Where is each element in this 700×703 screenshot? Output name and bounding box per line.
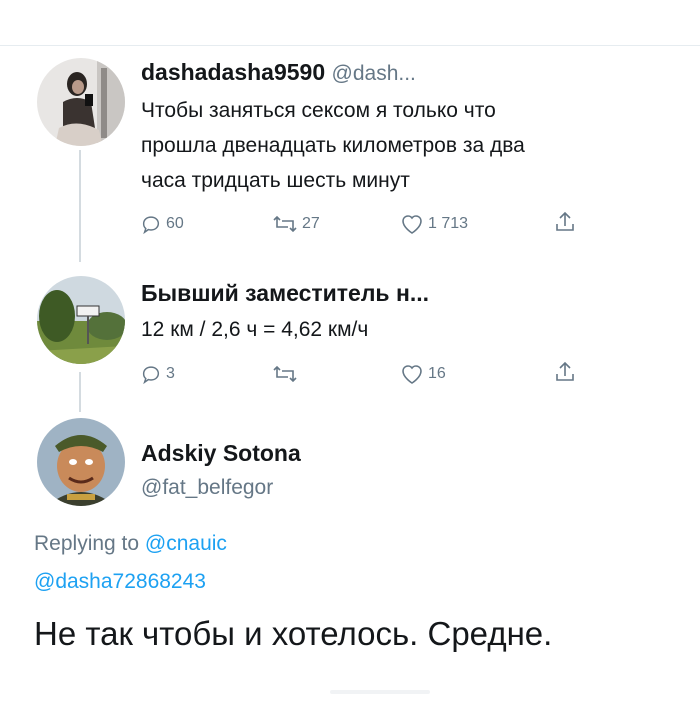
mention-link[interactable]: @dasha72868243 bbox=[34, 570, 206, 594]
share-button[interactable] bbox=[553, 210, 577, 234]
tweet-text: 12 км / 2,6 ч = 4,62 км/ч bbox=[141, 312, 368, 347]
like-count: 1 713 bbox=[428, 215, 469, 232]
reply-button[interactable]: 3 bbox=[140, 363, 175, 385]
share-icon bbox=[556, 361, 574, 381]
like-count: 16 bbox=[428, 365, 446, 382]
avatar-photo-road-sign bbox=[37, 276, 125, 364]
retweet-icon bbox=[273, 215, 297, 233]
tweet-text: Чтобы заняться сексом я только что прошл… bbox=[141, 93, 525, 198]
tweet-author[interactable]: Бывший заместитель н... bbox=[141, 280, 429, 307]
like-button[interactable]: 1 713 bbox=[400, 213, 468, 235]
reply-icon bbox=[142, 216, 160, 235]
avatar-adskiy-sotona[interactable] bbox=[37, 418, 125, 506]
reply-icon bbox=[142, 366, 160, 385]
avatar-former-deputy[interactable] bbox=[37, 276, 125, 364]
reply-button[interactable]: 60 bbox=[140, 213, 184, 235]
tweet-author[interactable]: dashadasha9590 @dash... bbox=[141, 59, 416, 86]
reply-count: 3 bbox=[166, 365, 175, 382]
retweet-button[interactable]: 27 bbox=[272, 213, 320, 235]
share-button[interactable] bbox=[553, 360, 577, 384]
retweet-count: 27 bbox=[302, 215, 320, 232]
top-divider bbox=[0, 45, 700, 46]
replying-to-user-link[interactable]: @cnauic bbox=[145, 532, 227, 555]
tweet-text-line: Чтобы заняться сексом я только что bbox=[141, 99, 496, 122]
tweet-text-line: прошла двенадцать километров за два bbox=[141, 134, 525, 157]
avatar-cartoon-general bbox=[37, 418, 125, 506]
main-tweet-author-handle[interactable]: @fat_belfegor bbox=[141, 470, 273, 505]
author-handle[interactable]: @dash... bbox=[332, 62, 416, 85]
retweet-button[interactable] bbox=[272, 363, 302, 385]
tweet-text-line: часа тридцать шесть минут bbox=[141, 169, 410, 192]
replying-to: Replying to @cnauic bbox=[34, 532, 227, 556]
retweet-icon bbox=[273, 365, 297, 383]
thread-line bbox=[79, 150, 81, 262]
author-name[interactable]: Бывший заместитель н... bbox=[141, 280, 429, 306]
reply-count: 60 bbox=[166, 215, 184, 232]
tweet-text-line: 12 км / 2,6 ч = 4,62 км/ч bbox=[141, 318, 369, 341]
main-tweet-text: Не так чтобы и хотелось. Средне. bbox=[34, 615, 553, 652]
like-icon bbox=[402, 215, 422, 234]
like-button[interactable]: 16 bbox=[400, 363, 446, 385]
thread-line bbox=[79, 372, 81, 412]
like-icon bbox=[402, 365, 422, 384]
author-name[interactable]: dashadasha9590 bbox=[141, 59, 325, 85]
avatar-photo-woman bbox=[37, 58, 125, 146]
replying-to-label: Replying to bbox=[34, 532, 140, 555]
bottom-divider bbox=[330, 690, 430, 694]
avatar-dashadasha[interactable] bbox=[37, 58, 125, 146]
share-icon bbox=[556, 211, 574, 231]
main-tweet-author-name[interactable]: Adskiy Sotona bbox=[141, 440, 301, 467]
